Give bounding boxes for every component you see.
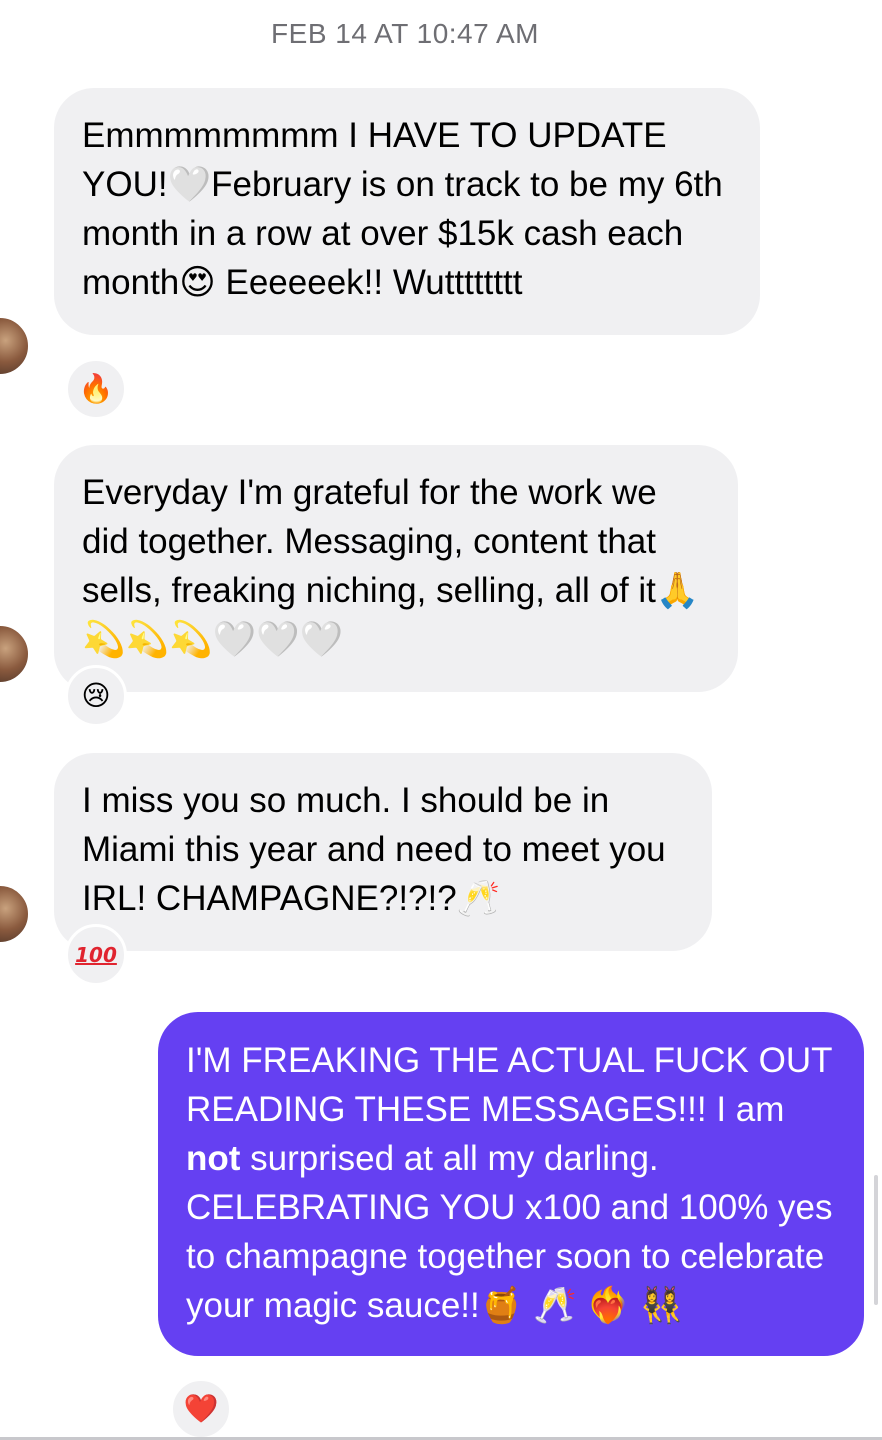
message-bubble-incoming[interactable]: Everyday I'm grateful for the work we di…	[54, 445, 738, 692]
message-text: Everyday I'm grateful for the work we di…	[82, 473, 700, 659]
message-text: Emmmmmmmm I HAVE TO UPDATE YOU!🤍February…	[82, 116, 723, 302]
reaction-crying[interactable]: 😢	[65, 665, 127, 727]
message-text: I miss you so much. I should be in Miami…	[82, 781, 666, 918]
reaction-hundred[interactable]: 100	[65, 924, 127, 986]
timestamp: FEB 14 AT 10:47 AM	[271, 18, 539, 49]
reaction-fire[interactable]: 🔥	[65, 358, 127, 420]
message-bubble-incoming[interactable]: Emmmmmmmm I HAVE TO UPDATE YOU!🤍February…	[54, 88, 760, 335]
avatar[interactable]	[0, 316, 30, 376]
avatar[interactable]	[0, 884, 30, 944]
message-text-part: I'M FREAKING THE ACTUAL FUCK OUT READING…	[186, 1041, 832, 1129]
scrollbar[interactable]	[874, 1175, 878, 1305]
message-text-bold: not	[186, 1139, 241, 1178]
message-text: I'M FREAKING THE ACTUAL FUCK OUT READING…	[186, 1036, 836, 1330]
reaction-heart[interactable]: ❤️	[170, 1378, 232, 1440]
message-bubble-outgoing[interactable]: I'M FREAKING THE ACTUAL FUCK OUT READING…	[158, 1012, 864, 1356]
message-text-part: surprised at all my darling. CELEBRATING…	[186, 1139, 833, 1325]
avatar[interactable]	[0, 624, 30, 684]
message-bubble-incoming[interactable]: I miss you so much. I should be in Miami…	[54, 753, 712, 951]
